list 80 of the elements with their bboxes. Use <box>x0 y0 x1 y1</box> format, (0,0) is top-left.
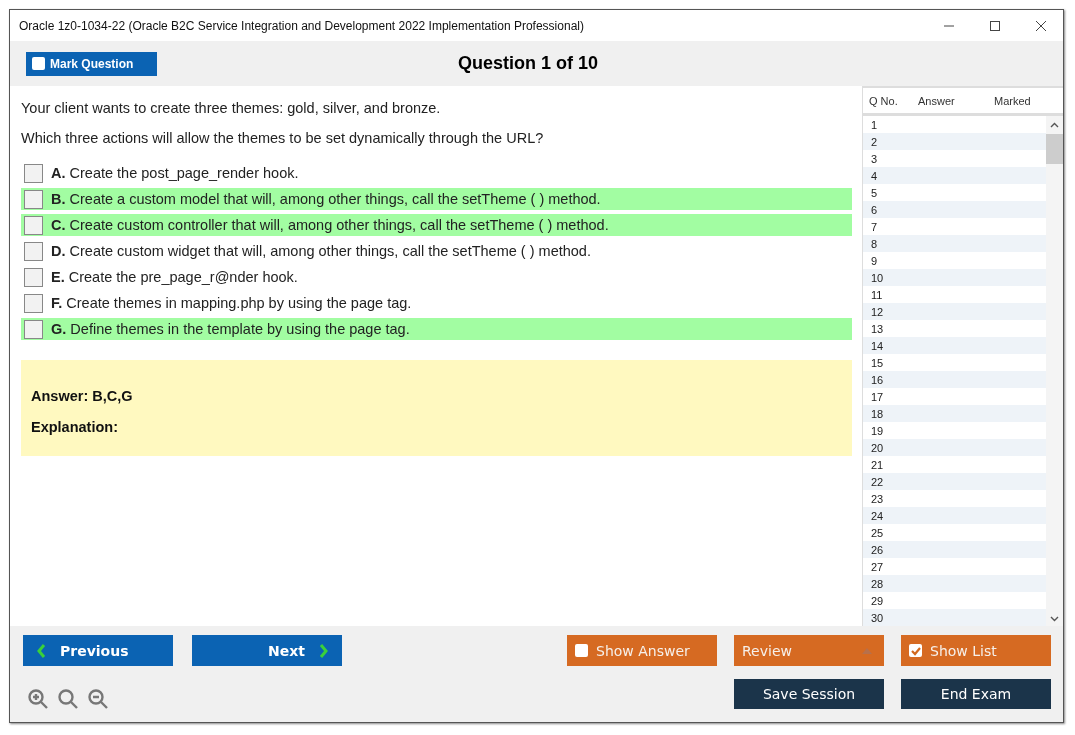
question-list-row[interactable]: 11 <box>863 286 1046 303</box>
session-button[interactable]: Save Session <box>734 679 884 709</box>
answer-option[interactable]: E. Create the pre_page_r@nder hook. <box>21 266 852 288</box>
question-list-row[interactable]: 5 <box>863 184 1046 201</box>
question-list-row[interactable]: 15 <box>863 354 1046 371</box>
column-header: Answer <box>918 94 956 107</box>
question-list-row[interactable]: 25 <box>863 524 1046 541</box>
scrollbar[interactable] <box>1046 116 1063 626</box>
question-list-row[interactable]: 28 <box>863 575 1046 592</box>
question-list-row[interactable]: 30 <box>863 609 1046 626</box>
question-list-row[interactable]: 4 <box>863 167 1046 184</box>
scroll-up-icon[interactable] <box>1050 122 1059 128</box>
explanation-label: Explanation: <box>31 418 119 435</box>
scroll-thumb[interactable] <box>1046 134 1063 164</box>
question-list-row[interactable]: 12 <box>863 303 1046 320</box>
checkbox[interactable] <box>24 319 43 339</box>
mark-question-button[interactable]: Mark Question <box>26 51 157 76</box>
question-list-row[interactable]: 19 <box>863 422 1046 439</box>
scroll-down-icon[interactable] <box>1050 616 1059 622</box>
zoom-in-icon[interactable] <box>27 688 49 710</box>
question-list-row[interactable]: 13 <box>863 320 1046 337</box>
option-text: D. Create custom widget that will, among other things, call the setTheme ( ) method. <box>51 243 591 259</box>
question-list-row[interactable]: 2 <box>863 133 1046 150</box>
option-text: B. Create a custom model that will, among other things, call the setTheme ( ) method. <box>51 191 601 207</box>
close-icon[interactable] <box>1035 19 1047 32</box>
answer-option[interactable]: D. Create custom widget that will, among other things, call the setTheme ( ) method. <box>21 240 852 262</box>
checkbox[interactable] <box>24 215 43 235</box>
session-button[interactable]: End Exam <box>901 679 1051 709</box>
next-button[interactable]: Next <box>192 635 342 666</box>
answer-option[interactable]: G. Define themes in the template by using the page tag. <box>21 318 852 340</box>
chevron-left-icon <box>37 643 46 658</box>
previous-button[interactable]: Previous <box>23 635 173 666</box>
question-heading: Question 1 of 10 <box>458 53 599 74</box>
option-text: F. Create themes in mapping.php by using the page tag. <box>51 295 412 311</box>
column-header: Marked <box>994 94 1031 107</box>
window-title: Oracle 1z0-1034-22 (Oracle B2C Service Integration and Development 2022 Implementation Professional) <box>19 18 584 33</box>
question-list-row[interactable]: 14 <box>863 337 1046 354</box>
question-text: Which three actions will allow the themes to be set dynamically through the URL? <box>21 130 545 146</box>
question-list-row[interactable]: 27 <box>863 558 1046 575</box>
question-list-row[interactable]: 21 <box>863 456 1046 473</box>
question-list-row[interactable]: 24 <box>863 507 1046 524</box>
checkbox[interactable] <box>24 293 43 313</box>
checkbox[interactable] <box>24 241 43 261</box>
question-list-row[interactable]: 3 <box>863 150 1046 167</box>
question-list-row[interactable]: 9 <box>863 252 1046 269</box>
checkbox[interactable] <box>24 163 43 183</box>
answer-option[interactable]: C. Create custom controller that will, among other things, call the setTheme ( ) method. <box>21 214 852 236</box>
question-list-row[interactable]: 16 <box>863 371 1046 388</box>
question-list-row[interactable]: 10 <box>863 269 1046 286</box>
answer-text: Answer: B,C,G <box>31 387 134 404</box>
question-list-row[interactable]: 29 <box>863 592 1046 609</box>
search-icon[interactable] <box>57 688 79 710</box>
option-text: A. Create the post_page_render hook. <box>51 165 299 181</box>
checkbox[interactable] <box>909 644 922 657</box>
question-list-row[interactable]: 17 <box>863 388 1046 405</box>
question-list-row[interactable]: 26 <box>863 541 1046 558</box>
question-text: Your client wants to create three themes: gold, silver, and bronze. <box>21 100 442 116</box>
question-list-row[interactable]: 22 <box>863 473 1046 490</box>
option-text: G. Define themes in the template by using the page tag. <box>51 321 410 337</box>
checkbox[interactable] <box>32 57 45 70</box>
option-text: C. Create custom controller that will, among other things, call the setTheme ( ) method. <box>51 217 609 233</box>
maximize-icon[interactable] <box>989 19 1001 32</box>
column-header: Q No. <box>868 94 899 107</box>
question-list-row[interactable]: 1 <box>863 116 1046 133</box>
chevron-right-icon <box>319 643 328 658</box>
answer-option[interactable]: F. Create themes in mapping.php by using the page tag. <box>21 292 852 314</box>
answer-option[interactable]: B. Create a custom model that will, among other things, call the setTheme ( ) method. <box>21 188 852 210</box>
checkbox[interactable] <box>24 189 43 209</box>
question-list-row[interactable]: 18 <box>863 405 1046 422</box>
checkbox[interactable] <box>24 267 43 287</box>
zoom-out-icon[interactable] <box>87 688 109 710</box>
question-list-row[interactable]: 20 <box>863 439 1046 456</box>
option-text: E. Create the pre_page_r@nder hook. <box>51 269 298 285</box>
question-list-row[interactable]: 7 <box>863 218 1046 235</box>
checkbox[interactable] <box>575 644 588 657</box>
triangle-up-icon <box>862 647 872 654</box>
answer-option[interactable]: A. Create the post_page_render hook. <box>21 162 852 184</box>
question-list-row[interactable]: 8 <box>863 235 1046 252</box>
question-list-row[interactable]: 6 <box>863 201 1046 218</box>
question-list-row[interactable]: 23 <box>863 490 1046 507</box>
